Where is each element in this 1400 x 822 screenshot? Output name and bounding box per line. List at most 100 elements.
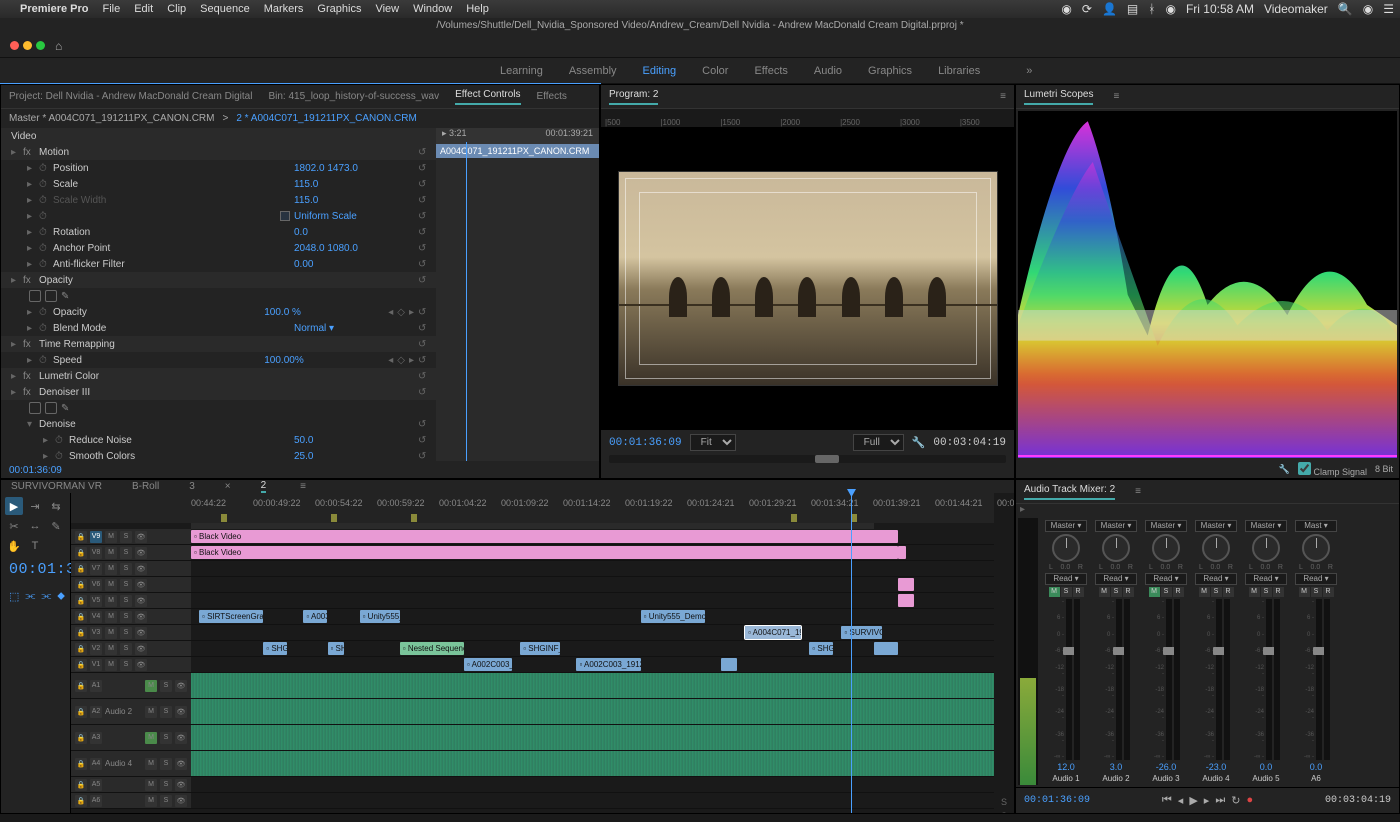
uniform-scale-check[interactable] — [280, 211, 290, 221]
track-target[interactable]: V9 — [90, 531, 102, 543]
mute-button[interactable]: M — [1199, 587, 1210, 597]
timeline-clip[interactable]: ▫ Unity555_Demo.mp4 — [641, 610, 705, 623]
reset-icon[interactable]: ↺ — [418, 243, 430, 254]
track-header-V1[interactable]: 🔒V1MS👁 — [71, 657, 191, 672]
lock-icon[interactable]: 🔒 — [75, 795, 87, 807]
track-lane[interactable] — [191, 577, 994, 592]
ec-master-clip[interactable]: Master * A004C071_191211PX_CANON.CRM — [9, 113, 214, 124]
timeline-playhead[interactable] — [851, 493, 852, 814]
mute-button[interactable]: M — [1149, 587, 1160, 597]
lock-icon[interactable]: 🔒 — [75, 595, 87, 607]
solo-button[interactable]: S — [120, 579, 132, 591]
ripple-tool[interactable]: ⇆ — [47, 497, 65, 515]
lock-icon[interactable]: 🔒 — [75, 680, 87, 692]
prop-value[interactable]: 1802.0 1473.0 — [294, 163, 414, 174]
volume-fader[interactable] — [1166, 599, 1172, 760]
pan-knob[interactable] — [1152, 534, 1180, 562]
mute-button[interactable]: M — [1299, 587, 1310, 597]
toggle-output[interactable]: 👁 — [135, 531, 147, 543]
mixer-time-l[interactable]: 00:01:36:09 — [1024, 795, 1090, 806]
solo-button[interactable]: S — [120, 595, 132, 607]
solo-button[interactable]: S — [1111, 587, 1122, 597]
stopwatch-icon[interactable]: ⏱ — [39, 355, 49, 366]
track-lane[interactable]: ▫ Black Video — [191, 545, 994, 560]
record-button[interactable]: R — [1323, 587, 1334, 597]
track-header-V3[interactable]: 🔒V3MS👁 — [71, 625, 191, 640]
toggle-output[interactable]: 👁 — [135, 611, 147, 623]
ws-libraries[interactable]: Libraries — [938, 65, 980, 77]
stopwatch-icon[interactable]: ⏱ — [39, 195, 49, 206]
track-header-A1[interactable]: 🔒A1MS👁 — [71, 673, 191, 698]
pan-knob[interactable] — [1252, 534, 1280, 562]
record-button[interactable]: R — [1073, 587, 1084, 597]
slip-tool[interactable]: ↔ — [26, 517, 44, 535]
program-res[interactable]: Full — [853, 434, 904, 451]
solo-button[interactable]: S — [1261, 587, 1272, 597]
record-button[interactable]: R — [1273, 587, 1284, 597]
goto-out-icon[interactable]: ⏭ — [1215, 794, 1225, 807]
ws-audio[interactable]: Audio — [814, 65, 842, 77]
wrench-icon[interactable]: 🔧 — [1279, 464, 1290, 475]
timeline-clip[interactable] — [898, 594, 914, 607]
tab-program[interactable]: Program: 2 — [609, 89, 658, 105]
fx-badge-icon[interactable]: fx — [23, 371, 35, 382]
timeline-hscroll[interactable] — [75, 811, 990, 814]
track-header-A6[interactable]: 🔒A6MS👁 — [71, 793, 191, 808]
reset-icon[interactable]: ↺ — [418, 355, 430, 366]
stopwatch-icon[interactable]: ⏱ — [39, 211, 49, 222]
marker-icon[interactable]: ⬥ — [57, 590, 65, 603]
play-icon[interactable]: ▶ — [1189, 794, 1197, 807]
toggle-output[interactable]: 👁 — [135, 643, 147, 655]
pan-knob[interactable] — [1102, 534, 1130, 562]
menu-clip[interactable]: Clip — [167, 3, 186, 15]
reset-icon[interactable]: ↺ — [418, 435, 430, 446]
track-lane[interactable]: ▫ Black Video — [191, 529, 994, 544]
track-target[interactable]: A1 — [90, 680, 102, 692]
track-header-V4[interactable]: 🔒V4MS👁 — [71, 609, 191, 624]
ws-learning[interactable]: Learning — [500, 65, 543, 77]
loop-icon[interactable]: ↻ — [1231, 794, 1240, 807]
fx-badge-icon[interactable]: fx — [23, 387, 35, 398]
mute-button[interactable]: M — [105, 643, 117, 655]
record-button[interactable]: R — [1123, 587, 1134, 597]
next-kf-icon[interactable]: ▸ — [409, 355, 414, 366]
stopwatch-icon[interactable]: ⏱ — [39, 179, 49, 190]
reset-icon[interactable]: ↺ — [418, 195, 430, 206]
razor-tool[interactable]: ✂ — [5, 517, 23, 535]
twirl-icon[interactable]: ▸ — [43, 451, 51, 462]
program-time-current[interactable]: 00:01:36:09 — [609, 437, 682, 449]
prop-value[interactable]: 115.0 — [294, 195, 414, 206]
track-lane[interactable] — [191, 699, 994, 724]
automation-mode[interactable]: Read ▾ — [1245, 573, 1287, 585]
solo-button[interactable]: S — [160, 706, 172, 718]
solo-button[interactable]: S — [120, 611, 132, 623]
track-lane[interactable]: ▫ A002C003_191211▫ A002C003_191210CR_C — [191, 657, 994, 672]
stopwatch-icon[interactable]: ⏱ — [39, 163, 49, 174]
db-value[interactable]: 0.0 — [1310, 762, 1323, 772]
stopwatch-icon[interactable]: ⏱ — [39, 259, 49, 270]
clamp-signal-toggle[interactable]: Clamp Signal — [1298, 462, 1367, 477]
reset-icon[interactable]: ↺ — [418, 419, 430, 430]
twirl-icon[interactable]: ▸ — [27, 163, 35, 174]
timeline-clip[interactable]: ▫ SHGI — [328, 642, 344, 655]
reset-icon[interactable]: ↺ — [418, 179, 430, 190]
marker-row[interactable] — [71, 513, 994, 523]
toggle-output[interactable]: 👁 — [175, 706, 187, 718]
add-kf-icon[interactable]: ◇ — [397, 355, 405, 366]
timeline-clip[interactable]: ▫ SIRTScreenGrab20181200 1. — [199, 610, 263, 623]
panel-menu-icon[interactable]: ≡ — [1113, 91, 1119, 102]
reset-icon[interactable]: ↺ — [418, 227, 430, 238]
user-icon[interactable]: 👤 — [1102, 2, 1117, 16]
automation-mode[interactable]: Read ▾ — [1195, 573, 1237, 585]
timeline-tracks[interactable]: 🔒V9MS👁▫ Black Video🔒V8MS👁▫ Black Video🔒V… — [71, 529, 994, 809]
ws-effects[interactable]: Effects — [754, 65, 787, 77]
twirl-icon[interactable]: ▸ — [11, 339, 19, 350]
menu-sequence[interactable]: Sequence — [200, 3, 250, 15]
traffic-close[interactable] — [10, 41, 19, 50]
lock-icon[interactable]: 🔒 — [75, 659, 87, 671]
scrubber-handle[interactable] — [815, 455, 839, 463]
ws-color[interactable]: Color — [702, 65, 728, 77]
output-select[interactable]: Master ▾ — [1145, 520, 1187, 532]
solo-button[interactable]: S — [160, 732, 172, 744]
mute-button[interactable]: M — [145, 758, 157, 770]
